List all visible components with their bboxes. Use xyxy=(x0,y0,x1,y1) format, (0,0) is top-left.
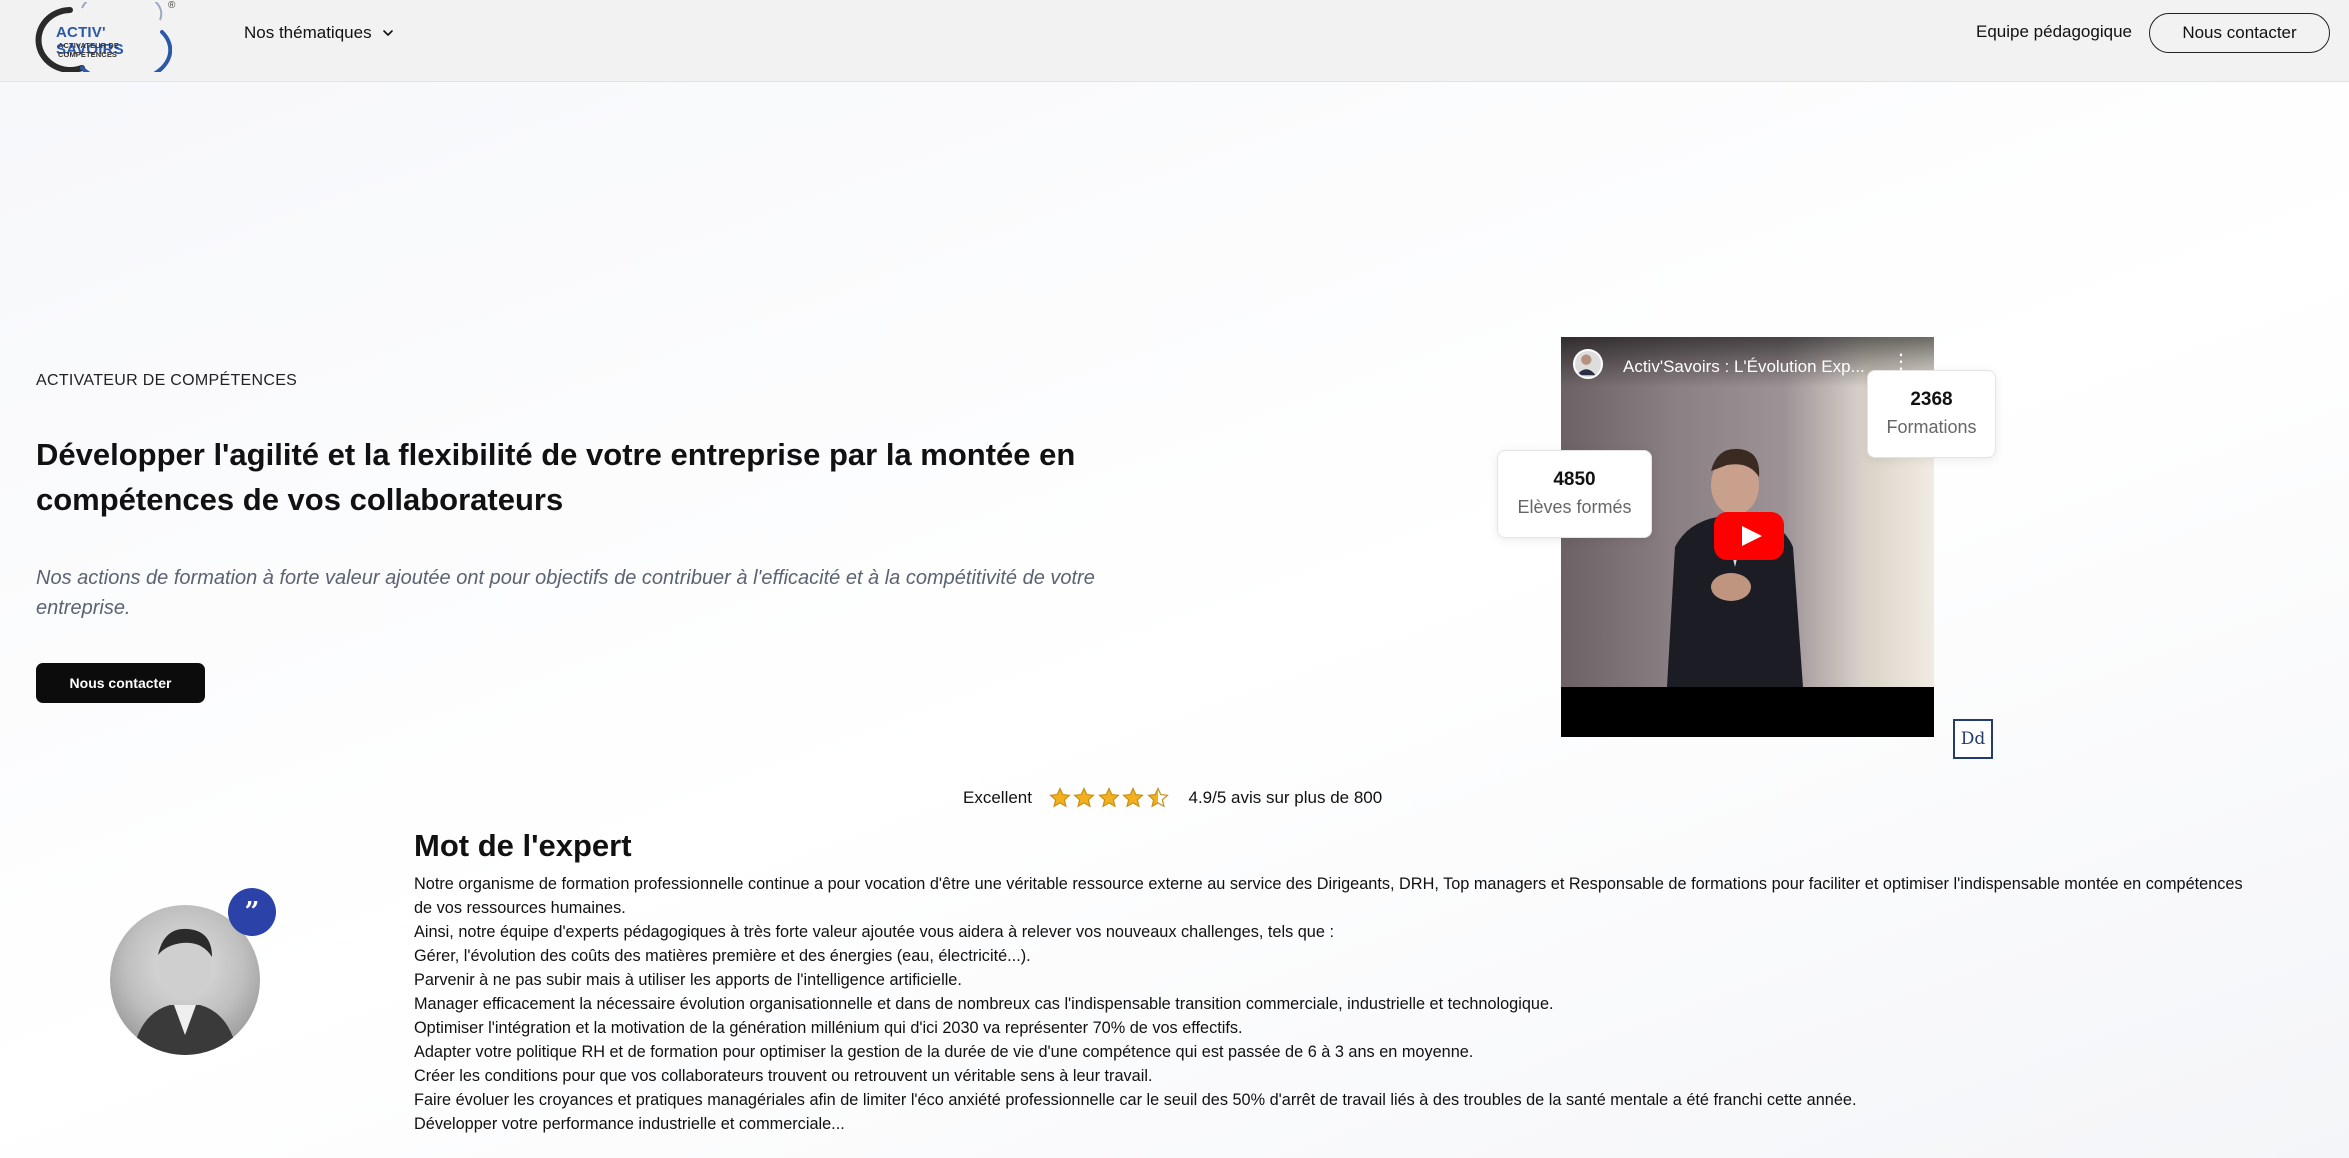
expert-paragraph: Ainsi, notre équipe d'experts pédagogiqu… xyxy=(414,923,1334,941)
expert-paragraph: Faire évoluer les croyances et pratiques… xyxy=(414,1091,1857,1109)
hero-eyebrow: ACTIVATEUR DE COMPÉTENCES xyxy=(36,372,298,389)
expert-section-title: Mot de l'expert xyxy=(414,828,632,863)
stat-label: Elèves formés xyxy=(1517,497,1632,517)
star-icon xyxy=(1072,786,1096,810)
logo-subtext: ACTIVATEUR DE COMPÉTENCES xyxy=(58,41,120,59)
expert-paragraph: Adapter votre politique RH et de formati… xyxy=(414,1043,1474,1061)
channel-avatar[interactable] xyxy=(1573,349,1603,379)
stat-value: 4850 xyxy=(1553,469,1596,490)
star-icon xyxy=(1097,786,1121,810)
expert-paragraph: Optimiser l'intégration et la motivation… xyxy=(414,1019,1243,1037)
rating-bar: Excellent 4.9/5 avis sur plus de 800 xyxy=(963,785,1382,811)
presenter-figure-icon xyxy=(1667,448,1803,687)
star-icon xyxy=(1048,786,1072,810)
stat-label: Formations xyxy=(1886,417,1977,437)
expert-paragraph: Développer votre performance industriell… xyxy=(414,1115,845,1133)
hero-subtitle: Nos actions de formation à forte valeur … xyxy=(36,567,1095,619)
avatar-icon xyxy=(1576,354,1596,376)
stat-value: 2368 xyxy=(1910,389,1953,410)
video-title[interactable]: Activ'Savoirs : L'Évolution Exp... xyxy=(1623,357,1865,377)
expert-text: Notre organisme de formation professionn… xyxy=(414,872,2244,1136)
header-contact-button[interactable]: Nous contacter xyxy=(2149,13,2330,53)
youtube-play-icon[interactable] xyxy=(1714,512,1784,560)
star-icon xyxy=(1121,786,1145,810)
star-icon xyxy=(1146,786,1170,810)
expert-paragraph: Créer les conditions pour que vos collab… xyxy=(414,1067,1153,1085)
registered-mark: ® xyxy=(168,0,176,11)
stat-card-eleves: 4850 Elèves formés xyxy=(1497,450,1652,538)
nav-equipe-pedagogique-link[interactable]: Equipe pédagogique xyxy=(1976,22,2132,42)
nav-thematiques-label: Nos thématiques xyxy=(244,23,372,42)
site-header: ACTIV' SAVOIRS ACTIVATEUR DE COMPÉTENCES… xyxy=(0,0,2349,82)
stat-card-formations: 2368 Formations xyxy=(1867,370,1996,458)
expert-paragraph: Manager efficacement la nécessaire évolu… xyxy=(414,995,1554,1013)
expert-paragraph: Notre organisme de formation professionn… xyxy=(414,875,2243,917)
rating-summary: 4.9/5 avis sur plus de 800 xyxy=(1188,788,1383,807)
rating-label: Excellent xyxy=(963,788,1032,807)
expert-paragraph: Gérer, l'évolution des coûts des matière… xyxy=(414,947,1031,965)
hero-contact-button[interactable]: Nous contacter xyxy=(36,663,205,703)
expert-paragraph: Parvenir à ne pas subir mais à utiliser … xyxy=(414,971,962,989)
certification-badge: Dd xyxy=(1953,719,1993,759)
logo[interactable]: ACTIV' SAVOIRS ACTIVATEUR DE COMPÉTENCES… xyxy=(22,0,176,72)
nav-thematiques-dropdown[interactable]: Nos thématiques xyxy=(244,21,394,45)
hero-title: Développer l'agilité et la flexibilité d… xyxy=(36,437,1076,517)
chevron-down-icon xyxy=(382,30,393,36)
quote-icon: ” xyxy=(228,888,276,936)
star-rating xyxy=(1048,786,1171,810)
